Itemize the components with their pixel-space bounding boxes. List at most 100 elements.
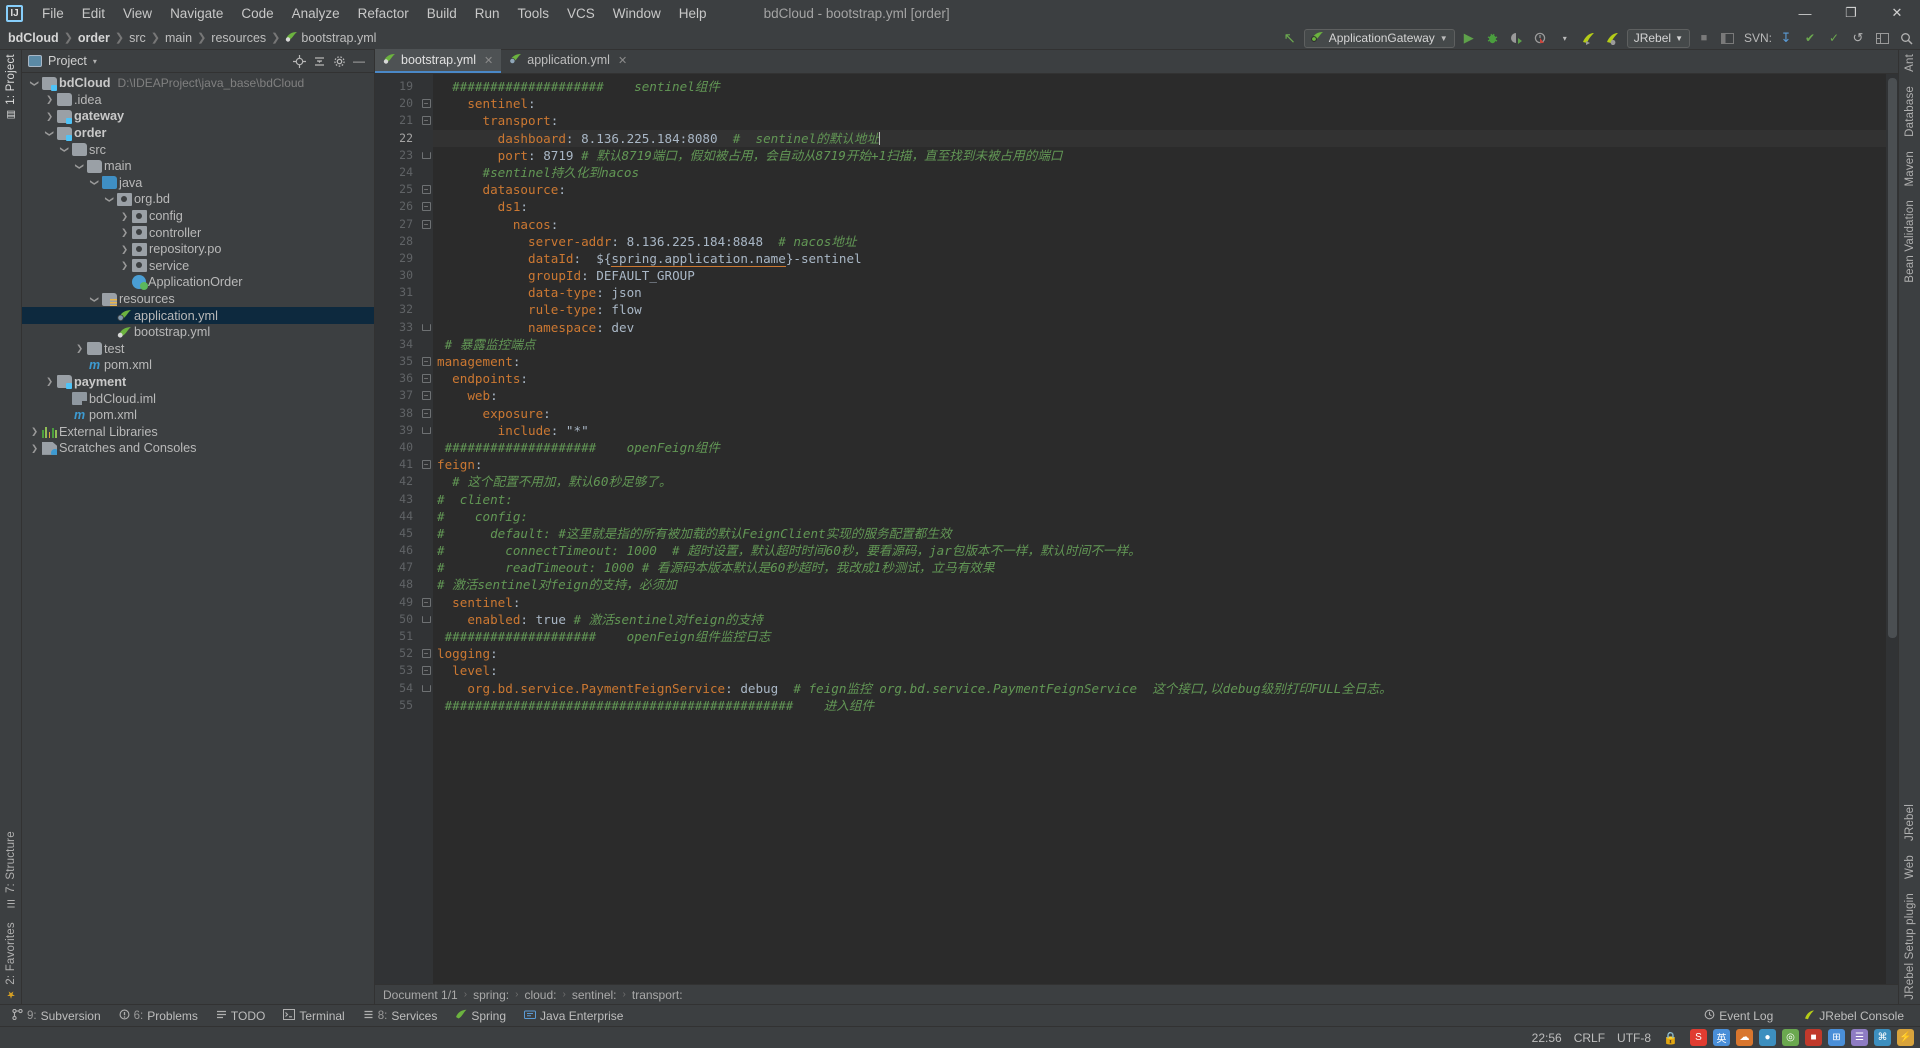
tray-icon-3[interactable]: ● (1759, 1029, 1776, 1046)
chevron-right-icon[interactable]: ❯ (118, 244, 131, 255)
menu-item-edit[interactable]: Edit (73, 4, 114, 23)
code-line[interactable]: # 激活sentinel对feign的支持，必须加 (433, 576, 1886, 593)
editor-crumb-spring[interactable]: spring: (473, 988, 509, 1002)
code-line[interactable]: # client: (433, 491, 1886, 508)
profile-button[interactable] (1531, 29, 1551, 48)
fold-end-icon[interactable] (421, 615, 431, 623)
debug-button[interactable] (1483, 29, 1503, 48)
fold-end-icon[interactable] (421, 684, 431, 692)
run-button[interactable]: ▶ (1459, 29, 1479, 48)
editor-scrollbar[interactable] (1886, 74, 1898, 984)
fold-handle[interactable]: − (419, 387, 433, 404)
tray-icon-7[interactable]: ☰ (1851, 1029, 1868, 1046)
jrebel-selector[interactable]: JRebel ▼ (1626, 28, 1690, 48)
fold-collapse-icon[interactable]: − (421, 374, 431, 384)
chevron-right-icon[interactable]: ❯ (28, 426, 41, 437)
bottom-window-problems[interactable]: 6: Problems (111, 1008, 206, 1024)
lock-icon[interactable]: 🔒 (1663, 1031, 1678, 1045)
code-line[interactable]: dashboard: 8.136.225.184:8080 # sentinel… (433, 129, 1886, 147)
tree-item-application-yml[interactable]: application.yml (22, 307, 374, 324)
fold-collapse-icon[interactable]: − (421, 649, 431, 659)
close-icon[interactable]: ✕ (618, 54, 627, 67)
code-line[interactable]: dataId: ${spring.application.name}-senti… (433, 250, 1886, 267)
code-line[interactable]: #################### openFeign组件监控日志 (433, 628, 1886, 645)
breadcrumb-resources[interactable]: resources (211, 31, 266, 45)
chevron-right-icon[interactable]: ❯ (118, 260, 131, 271)
bottom-window-terminal[interactable]: Terminal (275, 1008, 352, 1024)
fold-handle[interactable] (419, 319, 433, 336)
fold-collapse-icon[interactable]: − (421, 116, 431, 126)
code-line[interactable]: #sentinel持久化到nacos (433, 164, 1886, 181)
bottom-window-todo[interactable]: TODO (208, 1008, 273, 1024)
fold-handle[interactable]: − (419, 405, 433, 422)
code-line[interactable]: management: (433, 353, 1886, 370)
chevron-down-icon[interactable]: ❯ (58, 144, 71, 155)
bottom-window-spring[interactable]: Spring (447, 1008, 514, 1024)
chevron-down-icon[interactable]: ❯ (103, 194, 116, 205)
chevron-down-icon[interactable]: ▾ (93, 57, 97, 66)
menu-item-help[interactable]: Help (670, 4, 716, 23)
close-icon[interactable]: ✕ (484, 54, 493, 67)
code-line[interactable]: rule-type: flow (433, 301, 1886, 318)
scrollbar-thumb[interactable] (1888, 78, 1897, 638)
fold-handle[interactable] (419, 422, 433, 439)
search-icon[interactable] (1896, 29, 1916, 48)
chevron-right-icon[interactable]: ❯ (43, 94, 56, 105)
code-line[interactable]: web: (433, 387, 1886, 404)
tree-item-gateway[interactable]: ❯ gateway (22, 108, 374, 125)
bottom-window-services[interactable]: 8: Services (355, 1008, 446, 1024)
code-line[interactable]: datasource: (433, 181, 1886, 198)
code-line[interactable]: data-type: json (433, 284, 1886, 301)
fold-handle[interactable]: − (419, 198, 433, 215)
locate-file-button[interactable] (290, 52, 308, 70)
fold-handle[interactable] (419, 680, 433, 697)
tool-button-database[interactable]: Database (1904, 86, 1916, 137)
jrebel-debug-button[interactable] (1603, 29, 1623, 48)
code-line[interactable]: #################### sentinel组件 (433, 78, 1886, 95)
menu-item-build[interactable]: Build (418, 4, 466, 23)
fold-end-icon[interactable] (421, 323, 431, 331)
tree-item-main[interactable]: ❯ main (22, 158, 374, 175)
code-line[interactable]: org.bd.service.PaymentFeignService: debu… (433, 680, 1886, 697)
status-line-separator[interactable]: CRLF (1574, 1031, 1605, 1045)
tool-button-structure[interactable]: ☰ 7: Structure (5, 831, 17, 908)
code-content[interactable]: #################### sentinel组件 sentinel… (433, 74, 1886, 984)
tool-button-jrebel-setup[interactable]: JRebel Setup plugin (1904, 893, 1916, 1000)
tree-item-bdcloud[interactable]: ❯ bdCloud D:\IDEAProject\java_base\bdCloud (22, 75, 374, 92)
code-line[interactable]: server-addr: 8.136.225.184:8848 # nacos地… (433, 233, 1886, 250)
code-line[interactable]: groupId: DEFAULT_GROUP (433, 267, 1886, 284)
gear-icon[interactable] (330, 52, 348, 70)
code-line[interactable]: # connectTimeout: 1000 # 超时设置，默认超时时间60秒，… (433, 542, 1886, 559)
breadcrumb-src[interactable]: src (129, 31, 146, 45)
svn-update-icon[interactable]: ↧ (1776, 29, 1796, 48)
tree-item-scratches-and-consoles[interactable]: ❯ Scratches and Consoles (22, 440, 374, 457)
bottom-window-java-enterprise[interactable]: Java Enterprise (516, 1008, 631, 1024)
chevron-down-icon[interactable]: ❯ (73, 161, 86, 172)
menu-item-file[interactable]: File (33, 4, 73, 23)
code-line[interactable]: exposure: (433, 405, 1886, 422)
close-button[interactable]: ✕ (1874, 0, 1920, 26)
tree-item-controller[interactable]: ❯ controller (22, 224, 374, 241)
chevron-right-icon[interactable]: ❯ (28, 443, 41, 454)
fold-handle[interactable]: − (419, 181, 433, 198)
tray-icon-9[interactable]: ⚡ (1897, 1029, 1914, 1046)
code-line[interactable]: # readTimeout: 1000 # 看源码本版本默认是60秒超时，我改成… (433, 559, 1886, 576)
tray-icon-4[interactable]: ◎ (1782, 1029, 1799, 1046)
tree-item-java[interactable]: ❯ java (22, 175, 374, 192)
code-line[interactable]: endpoints: (433, 370, 1886, 387)
tree-item-src[interactable]: ❯ src (22, 141, 374, 158)
fold-collapse-icon[interactable]: − (421, 185, 431, 195)
menu-item-run[interactable]: Run (466, 4, 509, 23)
back-arrow-icon[interactable]: ↖ (1280, 29, 1300, 48)
fold-collapse-icon[interactable]: − (421, 408, 431, 418)
menu-item-vcs[interactable]: VCS (558, 4, 604, 23)
fold-handle[interactable]: − (419, 645, 433, 662)
maximize-button[interactable]: ❐ (1828, 0, 1874, 26)
code-line[interactable]: nacos: (433, 216, 1886, 233)
tree-item-idea[interactable]: ❯ .idea (22, 92, 374, 109)
chevron-down-icon[interactable]: ❯ (88, 294, 101, 305)
chevron-right-icon[interactable]: ❯ (118, 227, 131, 238)
tree-item-pom-xml[interactable]: m pom.xml (22, 357, 374, 374)
chevron-down-icon[interactable]: ❯ (43, 128, 56, 139)
tab-application-yml[interactable]: application.yml ✕ (501, 49, 635, 73)
